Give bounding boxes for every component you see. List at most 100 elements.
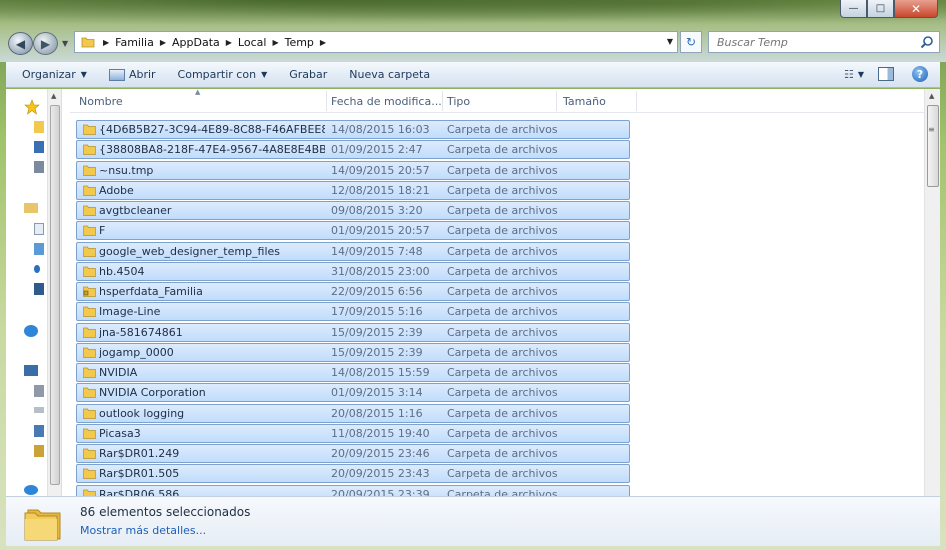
preview-pane-icon[interactable]: [878, 67, 894, 81]
window-controls: — □ ✕: [840, 0, 938, 18]
multiple-folders-icon: [24, 509, 61, 541]
breadcrumb-separator[interactable]: ▶: [272, 38, 278, 47]
drive-icon[interactable]: [34, 425, 44, 437]
drive-icon[interactable]: [34, 445, 44, 457]
column-date-header[interactable]: Fecha de modifica...: [331, 95, 442, 108]
table-row[interactable]: {4D6B5B27-3C94-4E89-8C88-F46AFBEE87... 14…: [76, 120, 630, 139]
table-row[interactable]: Rar$DR01.249 20/09/2015 23:46 Carpeta de a…: [76, 444, 630, 463]
network-icon[interactable]: [24, 485, 38, 495]
show-more-details-link[interactable]: Mostrar más detalles...: [80, 524, 206, 537]
drive-icon[interactable]: [34, 407, 44, 413]
breadcrumb-separator[interactable]: ▶: [320, 38, 326, 47]
new-folder-label: Nueva carpeta: [349, 68, 431, 81]
scroll-up-icon[interactable]: ▲: [51, 92, 56, 100]
table-row[interactable]: Rar$DR01.505 20/09/2015 23:43 Carpeta de a…: [76, 464, 630, 484]
navigation-pane: ▲: [6, 89, 62, 496]
folder-icon: [83, 225, 96, 237]
folder-icon[interactable]: [34, 121, 44, 133]
homegroup-icon[interactable]: [24, 325, 38, 337]
table-row[interactable]: hsperfdata_Familia 22/09/2015 6:56 Carpeta…: [76, 282, 630, 301]
file-type: Carpeta de archivos: [447, 244, 558, 258]
table-row[interactable]: outlook logging 20/08/2015 1:16 Carpeta de…: [76, 403, 630, 423]
scrollbar-thumb[interactable]: [927, 105, 939, 187]
search-input[interactable]: [717, 35, 907, 49]
burn-label: Grabar: [289, 68, 328, 81]
file-name: {4D6B5B27-3C94-4E89-8C88-F46AFBEE87...: [99, 123, 325, 136]
table-row[interactable]: jogamp_0000 15/09/2015 2:39 Carpeta de arc…: [76, 342, 630, 362]
table-row[interactable]: NVIDIA Corporation 01/09/2015 3:14 Carpeta…: [76, 383, 630, 403]
refresh-button[interactable]: ↻: [680, 31, 702, 53]
folder-icon: [83, 347, 96, 358]
drive-icon[interactable]: [34, 385, 44, 397]
breadcrumb-appdata[interactable]: AppData: [172, 36, 220, 49]
recent-pages-dropdown[interactable]: ▼: [62, 39, 68, 48]
table-row[interactable]: {38808BA8-218F-47E4-9567-4A8E8E4BB8... 01…: [76, 140, 630, 160]
desktop-icon[interactable]: [34, 141, 44, 153]
documents-icon[interactable]: [34, 223, 44, 235]
table-row[interactable]: avgtbcleaner 09/08/2015 3:20 Carpeta de ar…: [76, 201, 630, 220]
column-type-header[interactable]: Tipo: [447, 95, 470, 108]
videos-icon[interactable]: [34, 283, 44, 295]
new-folder-button[interactable]: Nueva carpeta: [349, 68, 430, 81]
organize-button[interactable]: Organizar ▼: [22, 68, 87, 81]
breadcrumb-separator[interactable]: ▶: [103, 38, 109, 47]
music-icon[interactable]: [34, 265, 40, 273]
breadcrumb-temp[interactable]: Temp: [285, 36, 314, 49]
pictures-icon[interactable]: [34, 243, 44, 255]
view-options-icon[interactable]: ☷: [844, 68, 854, 81]
table-row[interactable]: jna-581674861 15/09/2015 2:39 Carpeta de a…: [76, 322, 630, 342]
table-row[interactable]: Picasa3 11/08/2015 19:40 Carpeta de archiv…: [76, 423, 630, 443]
recent-places-icon[interactable]: [34, 161, 44, 173]
back-button[interactable]: ◀: [8, 32, 33, 55]
breadcrumb-separator[interactable]: ▶: [160, 38, 166, 47]
computer-icon[interactable]: [24, 365, 38, 376]
file-name: Adobe: [99, 183, 134, 197]
table-row[interactable]: ~nsu.tmp 14/09/2015 20:57 Carpeta de archi…: [76, 160, 630, 180]
chevron-down-icon[interactable]: ▼: [667, 37, 673, 46]
details-pane: 86 elementos seleccionados Mostrar más d…: [6, 496, 940, 546]
file-type: Carpeta de archivos: [447, 285, 558, 298]
breadcrumb-local[interactable]: Local: [238, 36, 267, 49]
address-bar[interactable]: ▶ Familia ▶ AppData ▶ Local ▶ Temp ▶ ▼: [74, 31, 678, 53]
table-row[interactable]: google_web_designer_temp_files 14/09/2015…: [76, 241, 630, 261]
maximize-button[interactable]: □: [867, 0, 894, 18]
breadcrumb-familia[interactable]: Familia: [115, 36, 154, 49]
search-box[interactable]: [708, 31, 940, 53]
file-date: 14/09/2015 7:48: [331, 244, 423, 258]
table-row[interactable]: hb.4504 31/08/2015 23:00 Carpeta de archiv…: [76, 261, 630, 281]
scroll-up-icon[interactable]: ▲: [929, 92, 934, 100]
libraries-icon[interactable]: [24, 203, 38, 213]
table-row[interactable]: NVIDIA 14/08/2015 15:59 Carpeta de archivo…: [76, 363, 630, 382]
chevron-down-icon[interactable]: ▼: [858, 70, 864, 79]
column-divider[interactable]: [326, 91, 327, 111]
column-divider[interactable]: [442, 91, 443, 111]
file-date: 14/08/2015 15:59: [331, 366, 430, 379]
table-row[interactable]: Image-Line 17/09/2015 5:16 Carpeta de arch…: [76, 302, 630, 322]
help-icon[interactable]: ?: [912, 66, 928, 82]
command-bar: Organizar ▼ Abrir Compartir con ▼ Grabar…: [6, 62, 940, 88]
file-date: 20/09/2015 23:39: [331, 487, 430, 497]
share-button[interactable]: Compartir con ▼: [178, 68, 268, 81]
close-button[interactable]: ✕: [894, 0, 938, 18]
column-divider[interactable]: [636, 91, 637, 111]
minimize-button[interactable]: —: [840, 0, 867, 18]
file-type: Carpeta de archivos: [447, 143, 558, 157]
folder-icon: [83, 124, 96, 135]
search-icon[interactable]: [920, 35, 934, 49]
file-name: F: [99, 224, 106, 238]
table-row[interactable]: Adobe 12/08/2015 18:21 Carpeta de archivos: [76, 180, 630, 200]
forward-button[interactable]: ▶: [33, 32, 58, 55]
favorites-star-icon[interactable]: [24, 99, 40, 115]
breadcrumb-separator[interactable]: ▶: [226, 38, 232, 47]
column-size-header[interactable]: Tamaño: [563, 95, 606, 108]
file-list-scrollbar[interactable]: ▲ ≡: [924, 89, 940, 496]
table-row[interactable]: F 01/09/2015 20:57 Carpeta de archivos: [76, 221, 630, 241]
column-divider[interactable]: [556, 91, 557, 111]
chevron-down-icon: ▼: [261, 70, 268, 79]
open-button[interactable]: Abrir: [108, 68, 156, 81]
table-row[interactable]: Rar$DR06.586 20/09/2015 23:39 Carpeta de a…: [76, 484, 630, 497]
burn-button[interactable]: Grabar: [289, 68, 327, 81]
scrollbar-thumb[interactable]: [50, 105, 60, 485]
navigation-scrollbar[interactable]: ▲: [47, 89, 61, 496]
column-name-header[interactable]: Nombre: [79, 95, 123, 108]
